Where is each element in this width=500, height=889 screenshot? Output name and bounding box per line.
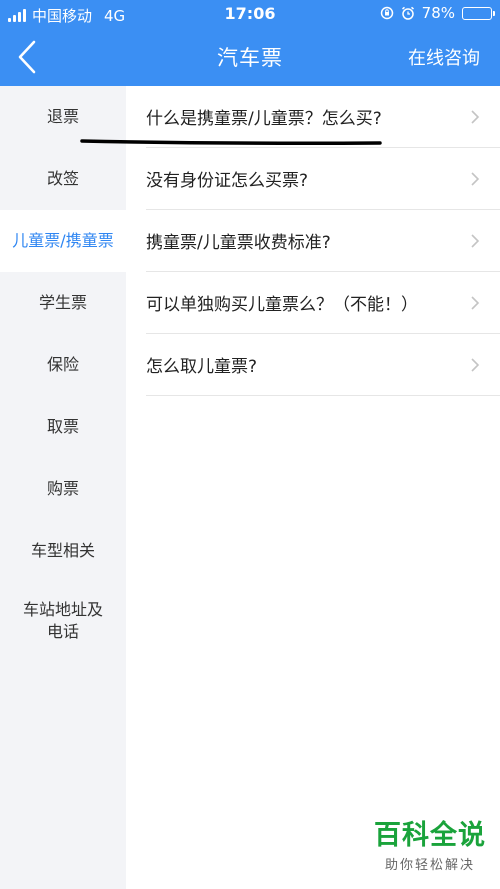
- sidebar-item-insurance[interactable]: 保险: [0, 334, 126, 396]
- chevron-right-icon: [471, 295, 480, 310]
- nav-bar: 汽车票 在线咨询: [0, 28, 500, 86]
- alarm-icon: [401, 6, 414, 20]
- question-list: 什么是携童票/儿童票？怎么买? 没有身份证怎么买票? 携童票/儿童票收费标准? …: [146, 86, 500, 396]
- question-text: 携童票/儿童票收费标准?: [146, 233, 331, 253]
- list-item[interactable]: 可以单独购买儿童票么？（不能！）: [146, 272, 500, 334]
- question-text: 什么是携童票/儿童票？怎么买?: [146, 109, 382, 129]
- sidebar-item-change[interactable]: 改签: [0, 148, 126, 210]
- online-consult-button[interactable]: 在线咨询: [408, 44, 480, 70]
- category-sidebar: 退票 改签 儿童票/携童票 学生票 保险 取票 购票 车型相关 车站地址及电话: [0, 86, 126, 889]
- watermark-sub: 助你轻松解决: [384, 858, 475, 873]
- question-text: 没有身份证怎么买票?: [146, 171, 309, 191]
- chevron-right-icon: [471, 109, 480, 124]
- question-text: 可以单独购买儿童票么？（不能！）: [146, 295, 418, 315]
- list-item[interactable]: 怎么取儿童票?: [146, 334, 500, 396]
- handwritten-underline: [80, 139, 382, 145]
- chevron-right-icon: [471, 233, 480, 248]
- header-bar: 中国移动 4G 17:06 78% 汽车票 在线咨询: [0, 0, 500, 86]
- status-bar: 中国移动 4G 17:06 78%: [0, 0, 500, 28]
- sidebar-item-child-ticket[interactable]: 儿童票/携童票: [0, 210, 126, 272]
- rotation-lock-icon: [380, 6, 393, 20]
- sidebar-item-pickup[interactable]: 取票: [0, 396, 126, 458]
- list-item[interactable]: 没有身份证怎么买票?: [146, 148, 500, 210]
- list-item[interactable]: 携童票/儿童票收费标准?: [146, 210, 500, 272]
- sidebar-item-vehicle-type[interactable]: 车型相关: [0, 520, 126, 582]
- battery-icon: [462, 6, 495, 20]
- question-text: 怎么取儿童票?: [146, 357, 258, 377]
- sidebar-item-label: 车站地址及电话: [22, 600, 103, 641]
- watermark-main: 百科全说: [374, 820, 486, 851]
- chevron-right-icon: [471, 171, 480, 186]
- sidebar-item-purchase[interactable]: 购票: [0, 458, 126, 520]
- chevron-right-icon: [471, 357, 480, 372]
- watermark-logo: 百科全说 助你轻松解决: [374, 813, 486, 873]
- sidebar-item-student-ticket[interactable]: 学生票: [0, 272, 126, 334]
- battery-percent: 78%: [421, 4, 455, 22]
- sidebar-item-station-info[interactable]: 车站地址及电话: [0, 582, 126, 660]
